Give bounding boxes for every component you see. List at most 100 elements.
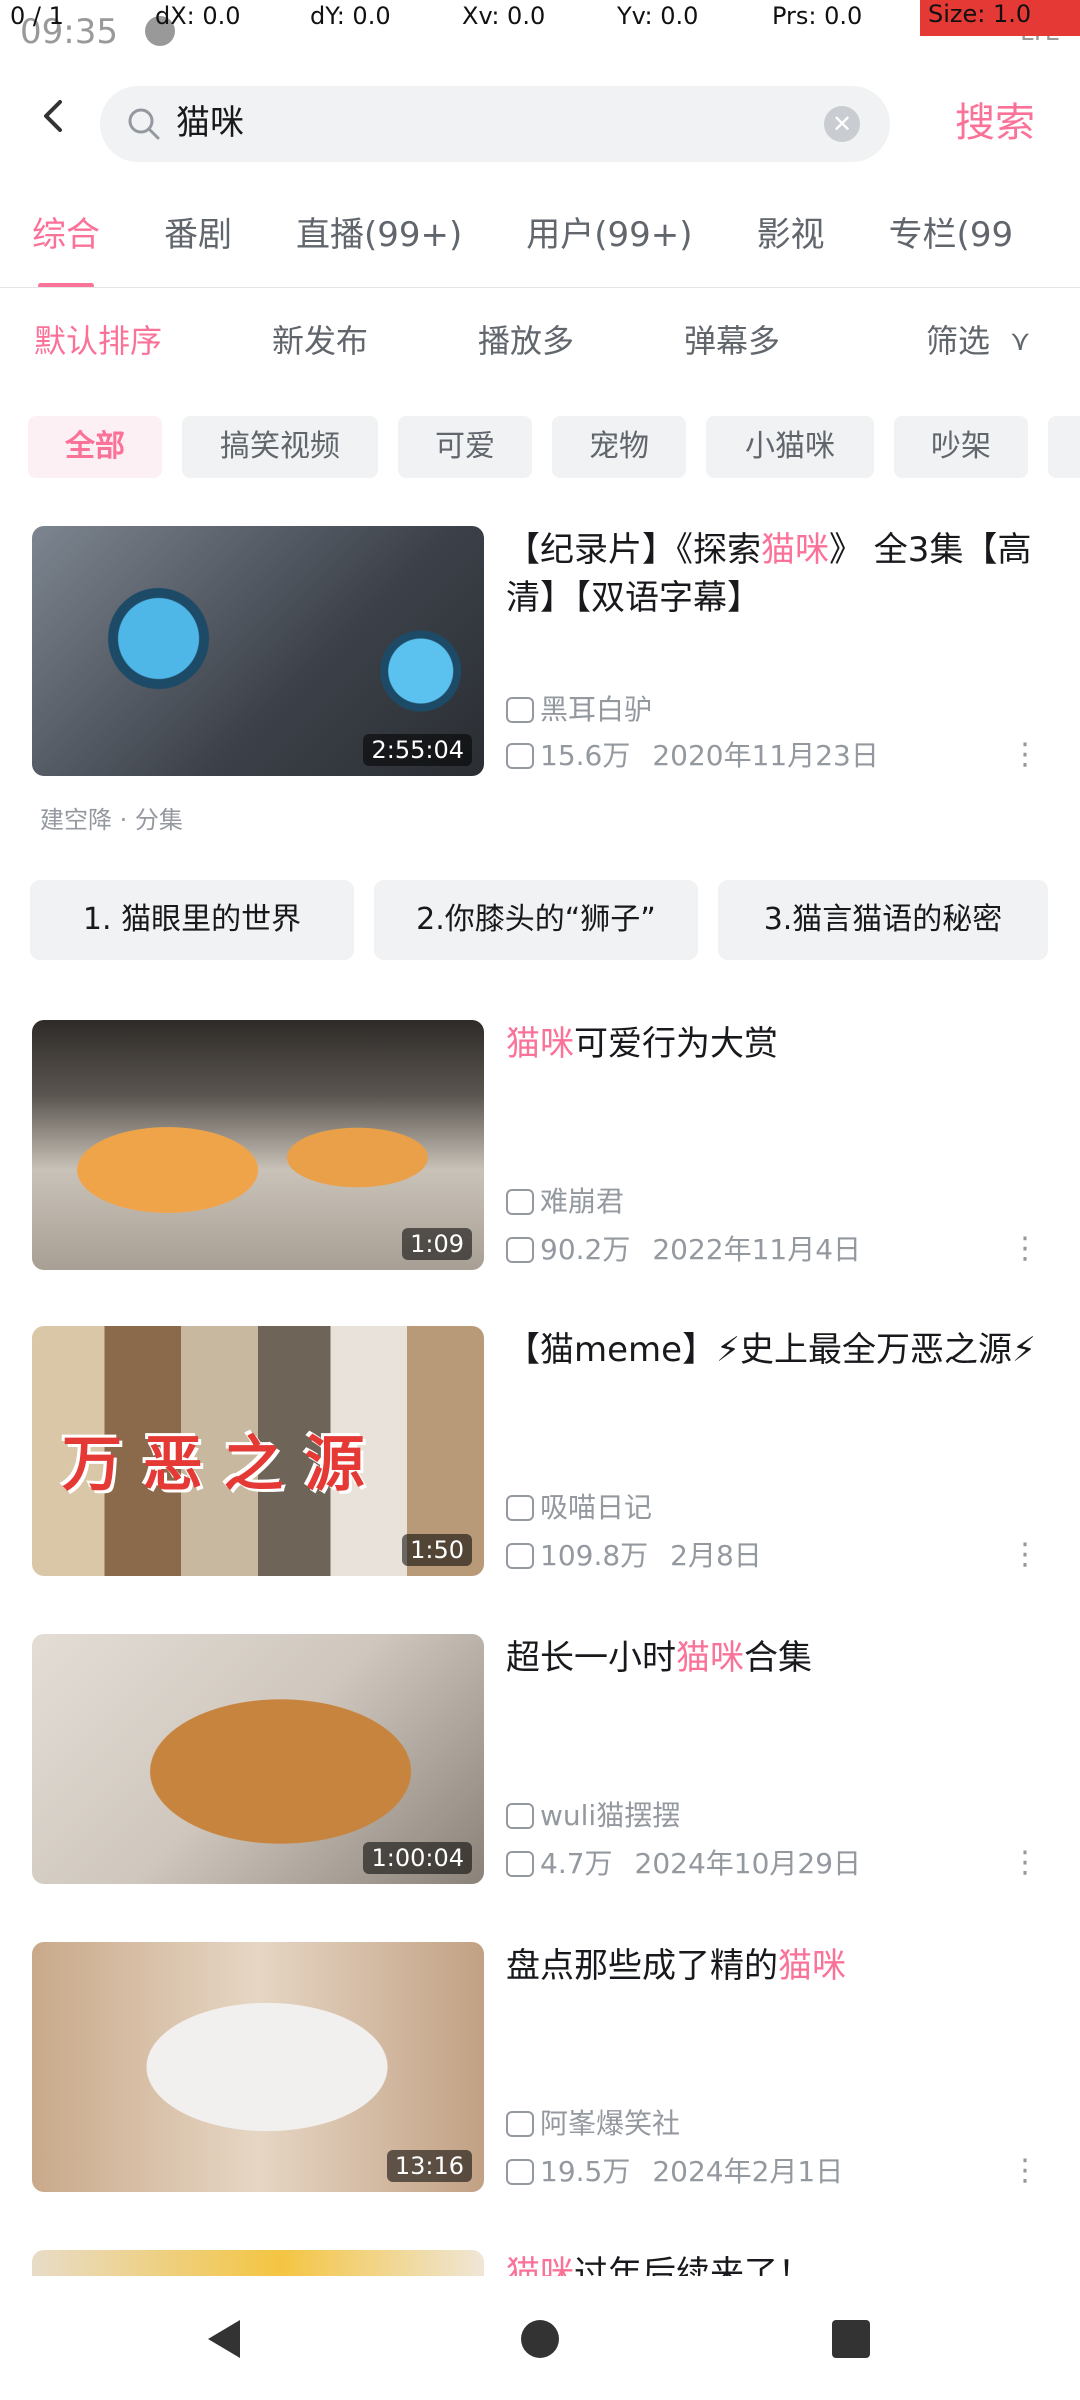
sort-most-danmaku[interactable]: 弹幕多	[684, 318, 780, 364]
chip-pets[interactable]: 宠物	[552, 416, 686, 478]
video-card[interactable]: 2:55:04 【纪录片】《探索猫咪》 全3集【高清】【双语字幕】 黑耳白驴 1…	[0, 500, 1080, 790]
video-date: 2月8日	[670, 1539, 762, 1572]
filter-button[interactable]: 筛选	[926, 318, 990, 364]
episode-item[interactable]: 3.猫言猫语的秘密	[718, 880, 1048, 960]
more-options-icon[interactable]: ⋮	[1010, 1540, 1040, 1570]
title-highlight: 猫咪	[778, 1946, 846, 1986]
debug-xv: Xv: 0.0	[462, 2, 546, 30]
video-card[interactable]: 1:00:04 超长一小时猫咪合集 wuli猫摆摆 4.7万 2024年10月2…	[0, 1610, 1080, 1910]
search-query[interactable]: 猫咪	[176, 98, 244, 148]
nav-back-icon[interactable]	[200, 2314, 250, 2364]
video-thumbnail[interactable]: 1:00:04	[32, 1634, 484, 1884]
chip-more[interactable]	[1048, 416, 1080, 478]
video-duration: 2:55:04	[363, 734, 472, 766]
nav-home-icon[interactable]	[515, 2314, 565, 2364]
tab-comprehensive[interactable]: 综合	[0, 182, 132, 287]
chip-kitten[interactable]: 小猫咪	[706, 416, 874, 478]
video-card[interactable]: 猫咪过年后续来了！	[0, 2226, 1080, 2276]
video-title[interactable]: 超长一小时猫咪合集	[506, 1634, 1046, 1734]
debug-dx: dX: 0.0	[155, 2, 241, 30]
video-title[interactable]: 猫咪过年后续来了！	[506, 2250, 1046, 2276]
tab-users[interactable]: 用户(99+)	[494, 182, 724, 287]
video-duration: 1:09	[402, 1228, 472, 1260]
video-thumbnail[interactable]: 1:09	[32, 1020, 484, 1270]
clear-icon[interactable]: ✕	[824, 106, 860, 142]
search-input[interactable]: 猫咪 ✕	[100, 86, 890, 162]
uploader-icon	[506, 1495, 534, 1521]
video-author-row[interactable]: 吸喵日记	[506, 1488, 652, 1528]
debug-yv: Yv: 0.0	[617, 2, 699, 30]
video-stats-row: 4.7万 2024年10月29日	[506, 1844, 861, 1884]
video-author-row[interactable]: wuli猫摆摆	[506, 1796, 680, 1836]
video-title[interactable]: 【猫meme】⚡史上最全万恶之源⚡	[506, 1326, 1046, 1426]
debug-size: Size: 1.0	[920, 0, 1080, 36]
more-options-icon[interactable]: ⋮	[1010, 2156, 1040, 2186]
video-card[interactable]: 万 恶 之 源 1:50 【猫meme】⚡史上最全万恶之源⚡ 吸喵日记 109.…	[0, 1302, 1080, 1602]
tab-column[interactable]: 专栏(99	[857, 182, 1046, 287]
sort-newest[interactable]: 新发布	[272, 318, 368, 364]
play-count-icon	[506, 2159, 534, 2185]
series-note-text: 建空降 · 分集	[40, 806, 183, 834]
sort-default[interactable]: 默认排序	[34, 318, 162, 364]
debug-dy: dY: 0.0	[310, 2, 391, 30]
title-highlight: 猫咪	[676, 1638, 744, 1678]
thumbnail-caption: 万 恶 之 源	[62, 1430, 365, 1500]
video-author-row[interactable]: 难崩君	[506, 1182, 624, 1222]
chip-funny[interactable]: 搞笑视频	[182, 416, 378, 478]
tab-bangumi[interactable]: 番剧	[132, 182, 264, 287]
video-author: 阿峯爆笑社	[540, 2107, 681, 2140]
uploader-icon	[506, 697, 534, 723]
sort-row: 默认排序 新发布 播放多 弹幕多 筛选 ⋎	[0, 288, 1080, 388]
chip-cute[interactable]: 可爱	[398, 416, 532, 478]
play-count-icon	[506, 1237, 534, 1263]
sort-most-played[interactable]: 播放多	[478, 318, 574, 364]
video-stats-row: 15.6万 2020年11月23日	[506, 736, 879, 776]
search-button[interactable]: 搜索	[915, 88, 1075, 158]
video-card[interactable]: 13:16 盘点那些成了精的猫咪 阿峯爆笑社 19.5万 2024年2月1日 ⋮	[0, 1918, 1080, 2218]
video-author: wuli猫摆摆	[540, 1799, 681, 1832]
series-note: 建空降 · 分集	[40, 800, 183, 835]
video-thumbnail[interactable]: 万 恶 之 源 1:50	[32, 1326, 484, 1576]
video-duration: 13:16	[386, 2150, 472, 2182]
system-nav-bar	[0, 2276, 1080, 2400]
video-date: 2022年11月4日	[652, 1233, 862, 1266]
video-title[interactable]: 盘点那些成了精的猫咪	[506, 1942, 1046, 2042]
video-views: 90.2万	[540, 1233, 631, 1266]
chip-all[interactable]: 全部	[28, 416, 162, 478]
video-author-row[interactable]: 阿峯爆笑社	[506, 2104, 680, 2144]
title-text: 【猫meme】⚡史上最全万恶之源⚡	[506, 1330, 1036, 1370]
episode-item[interactable]: 1. 猫眼里的世界	[30, 880, 354, 960]
status-bar: 09:35 0 / 1 dX: 0.0 dY: 0.0 Xv: 0.0 Yv: …	[0, 0, 1080, 60]
search-header: 猫咪 ✕ 搜索	[0, 60, 1080, 180]
video-views: 109.8万	[540, 1539, 649, 1572]
video-stats-row: 19.5万 2024年2月1日	[506, 2152, 843, 2192]
title-highlight: 猫咪	[761, 530, 829, 570]
debug-prs: Prs: 0.0	[772, 2, 863, 30]
tab-film[interactable]: 影视	[725, 182, 857, 287]
video-title[interactable]: 【纪录片】《探索猫咪》 全3集【高清】【双语字幕】	[506, 526, 1046, 626]
more-options-icon[interactable]: ⋮	[1010, 1234, 1040, 1264]
episode-item[interactable]: 2.你膝头的“狮子”	[374, 880, 698, 960]
nav-recents-icon[interactable]	[826, 2314, 876, 2364]
video-author-row[interactable]: 黑耳白驴	[506, 690, 652, 730]
back-button[interactable]	[26, 94, 82, 150]
video-card[interactable]: 1:09 猫咪可爱行为大赏 难崩君 90.2万 2022年11月4日 ⋮	[0, 996, 1080, 1296]
video-date: 2020年11月23日	[652, 739, 879, 772]
video-thumbnail[interactable]: 13:16	[32, 1942, 484, 2192]
tab-live[interactable]: 直播(99+)	[264, 182, 494, 287]
filter-icon[interactable]: ⋎	[1010, 324, 1046, 360]
title-highlight: 猫咪	[506, 1024, 574, 1064]
video-stats-row: 90.2万 2022年11月4日	[506, 1230, 861, 1270]
more-options-icon[interactable]: ⋮	[1010, 740, 1040, 770]
video-thumbnail[interactable]	[32, 2250, 484, 2276]
video-date: 2024年2月1日	[652, 2155, 844, 2188]
chip-fight[interactable]: 吵架	[894, 416, 1028, 478]
video-title[interactable]: 猫咪可爱行为大赏	[506, 1020, 1046, 1120]
video-thumbnail[interactable]: 2:55:04	[32, 526, 484, 776]
pointer-count: 0 / 1	[10, 2, 64, 30]
video-views: 19.5万	[540, 2155, 631, 2188]
video-views: 4.7万	[540, 1847, 613, 1880]
title-text-end: 合集	[744, 1638, 812, 1678]
more-options-icon[interactable]: ⋮	[1010, 1848, 1040, 1878]
video-author: 难崩君	[540, 1185, 625, 1218]
